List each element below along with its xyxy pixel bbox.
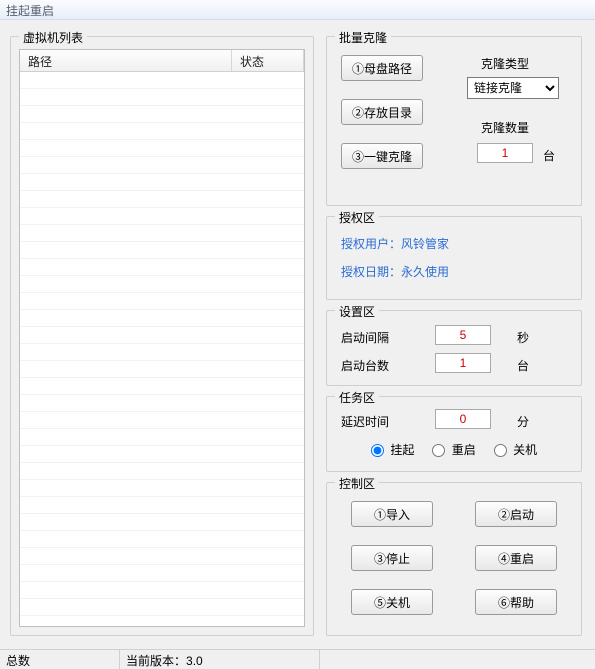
group-clone-legend: 批量克隆 (335, 29, 391, 46)
save-dir-button[interactable]: ②存放目录 (341, 99, 423, 125)
vm-list-header: 路径 状态 (20, 50, 304, 72)
table-row (20, 378, 304, 395)
table-row (20, 242, 304, 259)
restart-button[interactable]: ④重启 (475, 545, 557, 571)
table-row (20, 191, 304, 208)
status-version: 当前版本：3.0 (120, 650, 320, 669)
group-control-legend: 控制区 (335, 475, 379, 492)
radio-suspend-label: 挂起 (390, 443, 414, 457)
group-settings: 设置区 启动间隔 秒 启动台数 台 (326, 310, 582, 386)
group-auth: 授权区 授权用户：风铃管家 授权日期：永久使用 (326, 216, 582, 300)
radio-suspend[interactable] (371, 444, 384, 457)
group-vmlist-legend: 虚拟机列表 (19, 29, 87, 46)
table-row (20, 599, 304, 616)
stop-button[interactable]: ③停止 (351, 545, 433, 571)
status-bar: 总数 当前版本：3.0 (0, 649, 595, 669)
radio-shutdown[interactable] (494, 444, 507, 457)
table-row (20, 225, 304, 242)
status-version-value: 3.0 (186, 654, 203, 668)
help-button[interactable]: ⑥帮助 (475, 589, 557, 615)
delay-label: 延迟时间 (341, 413, 389, 430)
poweroff-button[interactable]: ⑤关机 (351, 589, 433, 615)
parent-disk-path-button[interactable]: ①母盘路径 (341, 55, 423, 81)
group-task-legend: 任务区 (335, 389, 379, 406)
window-title: 挂起重启 (6, 4, 54, 18)
import-button[interactable]: ①导入 (351, 501, 433, 527)
table-row (20, 157, 304, 174)
clone-count-unit: 台 (543, 147, 555, 164)
start-count-input[interactable] (435, 353, 491, 373)
table-row (20, 565, 304, 582)
start-count-unit: 台 (517, 357, 529, 374)
clone-type-label: 克隆类型 (481, 55, 529, 72)
group-vmlist: 虚拟机列表 路径 状态 (10, 36, 314, 636)
window: 挂起重启 虚拟机列表 路径 状态 批量克隆 ①母盘路径 ②存放目录 ③一键克隆 … (0, 0, 595, 669)
table-row (20, 310, 304, 327)
table-row (20, 480, 304, 497)
radio-restart-label: 重启 (452, 443, 476, 457)
start-interval-label: 启动间隔 (341, 329, 389, 346)
radio-restart-wrap[interactable]: 重启 (432, 441, 475, 458)
clone-count-label: 克隆数量 (481, 119, 529, 136)
table-row (20, 293, 304, 310)
titlebar: 挂起重启 (0, 0, 595, 20)
status-total: 总数 (0, 650, 120, 669)
table-row (20, 140, 304, 157)
table-row (20, 174, 304, 191)
auth-date-value: 永久使用 (401, 265, 449, 279)
table-row (20, 327, 304, 344)
vm-list-rows (20, 72, 304, 626)
auth-user-value: 风铃管家 (401, 237, 449, 251)
table-row (20, 531, 304, 548)
status-total-label: 总数 (6, 654, 30, 668)
vm-listview[interactable]: 路径 状态 (19, 49, 305, 627)
table-row (20, 361, 304, 378)
table-row (20, 446, 304, 463)
table-row (20, 259, 304, 276)
delay-input[interactable] (435, 409, 491, 429)
table-row (20, 72, 304, 89)
table-row (20, 463, 304, 480)
start-button[interactable]: ②启动 (475, 501, 557, 527)
radio-shutdown-wrap[interactable]: 关机 (494, 441, 537, 458)
table-row (20, 497, 304, 514)
group-auth-legend: 授权区 (335, 209, 379, 226)
table-row (20, 429, 304, 446)
table-row (20, 412, 304, 429)
col-path[interactable]: 路径 (20, 50, 232, 71)
table-row (20, 548, 304, 565)
group-task: 任务区 延迟时间 分 挂起 重启 关机 (326, 396, 582, 472)
start-interval-unit: 秒 (517, 329, 529, 346)
delay-unit: 分 (517, 413, 529, 430)
client-area: 虚拟机列表 路径 状态 批量克隆 ①母盘路径 ②存放目录 ③一键克隆 克隆类型 … (0, 20, 595, 669)
clone-type-select[interactable]: 链接克隆 (467, 77, 559, 99)
radio-suspend-wrap[interactable]: 挂起 (371, 441, 414, 458)
table-row (20, 616, 304, 626)
table-row (20, 106, 304, 123)
radio-restart[interactable] (432, 444, 445, 457)
table-row (20, 89, 304, 106)
table-row (20, 395, 304, 412)
table-row (20, 514, 304, 531)
group-control: 控制区 ①导入 ②启动 ③停止 ④重启 ⑤关机 ⑥帮助 (326, 482, 582, 636)
table-row (20, 344, 304, 361)
table-row (20, 123, 304, 140)
table-row (20, 208, 304, 225)
start-interval-input[interactable] (435, 325, 491, 345)
auth-date-label: 授权日期： (341, 265, 401, 279)
group-clone: 批量克隆 ①母盘路径 ②存放目录 ③一键克隆 克隆类型 链接克隆 克隆数量 台 (326, 36, 582, 206)
col-status[interactable]: 状态 (232, 50, 304, 71)
clone-count-input[interactable] (477, 143, 533, 163)
start-count-label: 启动台数 (341, 357, 389, 374)
table-row (20, 276, 304, 293)
status-version-label: 当前版本： (126, 654, 186, 668)
group-settings-legend: 设置区 (335, 303, 379, 320)
table-row (20, 582, 304, 599)
radio-shutdown-label: 关机 (513, 443, 537, 457)
auth-user-label: 授权用户： (341, 237, 401, 251)
one-click-clone-button[interactable]: ③一键克隆 (341, 143, 423, 169)
